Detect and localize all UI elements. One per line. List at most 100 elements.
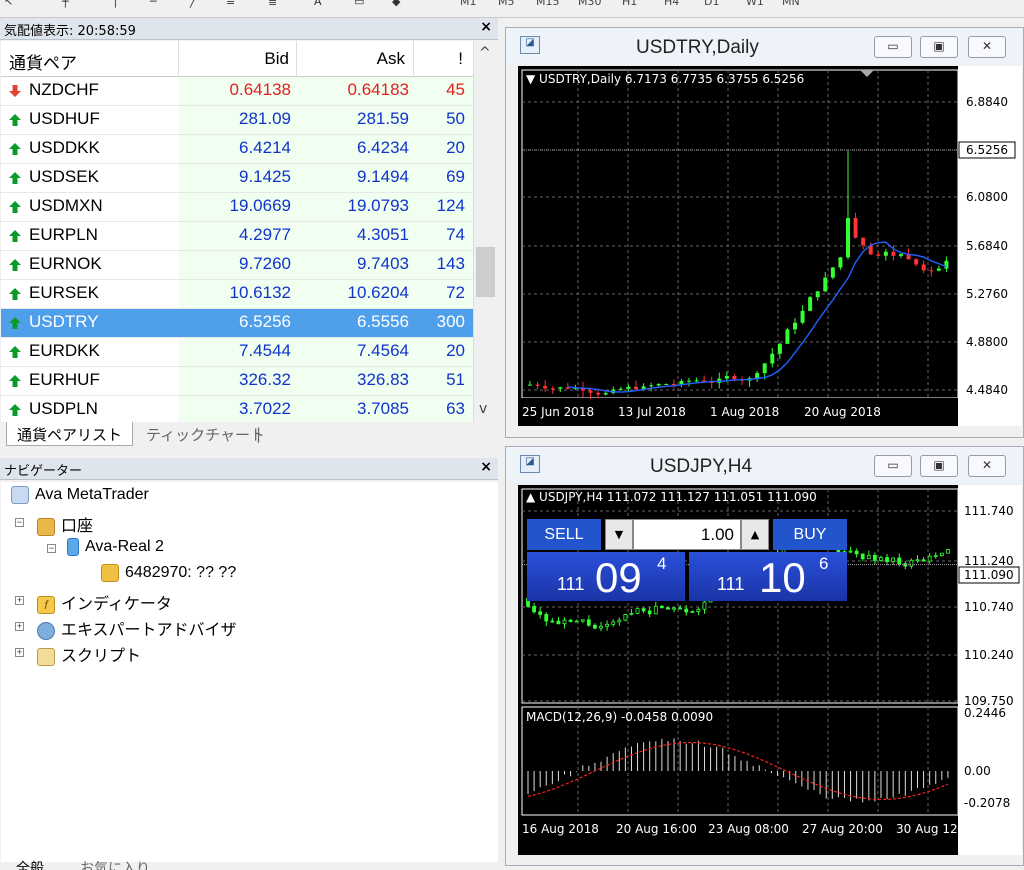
candle-body (593, 624, 597, 629)
tree-indicators[interactable]: f インディケータ (37, 590, 172, 614)
arrow-up-icon (9, 346, 21, 358)
tf-mn[interactable]: MN (782, 0, 800, 8)
close-icon[interactable]: ✕ (968, 455, 1006, 477)
maximize-icon[interactable]: ▣ (920, 36, 958, 58)
cursor-icon[interactable]: ↖ (4, 0, 13, 8)
tree-account-id[interactable]: 6482970: ?? ?? (101, 564, 236, 588)
tf-h4[interactable]: H4 (664, 0, 679, 8)
sell-price-button[interactable]: 111 09 4 (527, 552, 685, 601)
row-bg (179, 251, 473, 279)
navigator-title: ナビゲーター (4, 464, 83, 479)
market-watch-row[interactable]: EURPLN 4.2977 4.3051 74 (1, 222, 473, 251)
trendline-icon[interactable]: ╱ (190, 0, 197, 8)
market-watch-row[interactable]: USDHUF 281.09 281.59 50 (1, 106, 473, 135)
tf-h1[interactable]: H1 (622, 0, 637, 8)
tf-d1[interactable]: D1 (704, 0, 719, 8)
close-icon[interactable]: × (480, 19, 492, 35)
market-watch-row[interactable]: EURNOK 9.7260 9.7403 143 (1, 251, 473, 280)
tab-favorites[interactable]: お気に入り (80, 858, 150, 870)
row-bid: 3.7022 (239, 399, 291, 418)
col-symbol[interactable]: 通貨ペア (9, 49, 77, 74)
candle-body (702, 601, 707, 610)
lot-increase-icon[interactable]: ▲ (741, 519, 769, 550)
close-icon[interactable]: × (480, 459, 492, 475)
vertical-line-icon[interactable]: │ (112, 0, 119, 8)
tree-accounts-label: 口座 (61, 518, 94, 535)
market-watch-row[interactable]: USDMXN 19.0669 19.0793 124 (1, 193, 473, 222)
collapse-icon[interactable]: − (15, 518, 24, 527)
price-axis-label: 110.240 (964, 648, 1014, 662)
price-axis-label: 4.4840 (966, 383, 1008, 397)
market-watch-row[interactable]: EURSEK 10.6132 10.6204 72 (1, 280, 473, 309)
tf-m30[interactable]: M30 (578, 0, 602, 8)
market-watch-row[interactable]: USDSEK 9.1425 9.1494 69 (1, 164, 473, 193)
col-bid[interactable]: Bid (264, 49, 289, 69)
expand-icon[interactable]: + (15, 648, 24, 657)
candle-body (623, 614, 628, 621)
row-bid: 9.7260 (239, 254, 291, 273)
row-ask: 9.7403 (357, 254, 409, 273)
row-ask: 7.4564 (357, 341, 409, 360)
candle-body (603, 393, 608, 395)
crosshair-icon[interactable]: ┼ (62, 0, 69, 8)
market-watch-row[interactable]: USDPLN 3.7022 3.7085 63 (1, 396, 473, 422)
horizontal-line-icon[interactable]: ─ (150, 0, 157, 8)
minimize-icon[interactable]: ▭ (874, 455, 912, 477)
tree-root[interactable]: Ava MetaTrader (11, 486, 149, 510)
col-ask[interactable]: Ask (377, 49, 405, 69)
candle-body (762, 363, 767, 374)
buy-price-button[interactable]: 111 10 6 (689, 552, 847, 601)
close-icon[interactable]: ✕ (968, 36, 1006, 58)
buy-button[interactable]: BUY (773, 519, 847, 550)
collapse-icon[interactable]: − (47, 544, 56, 553)
expand-icon[interactable]: + (15, 622, 24, 631)
market-watch-row[interactable]: NZDCHF 0.64138 0.64183 45 (1, 77, 473, 106)
tab-general[interactable]: 全般 (16, 858, 44, 870)
candle-body (629, 612, 634, 615)
tree-accounts[interactable]: 口座 (37, 512, 93, 536)
lot-decrease-icon[interactable]: ▼ (605, 519, 633, 550)
price-axis-label: 6.5256 (966, 143, 1008, 157)
tab-tick-chart[interactable]: ティックチャート (136, 422, 275, 446)
fib-icon[interactable]: ≡ (226, 0, 235, 8)
price-chart[interactable]: ▼ USDTRY,Daily 6.7173 6.7735 6.3755 6.52… (518, 66, 1022, 426)
row-symbol: EURNOK (29, 254, 102, 273)
time-axis-label: 30 Aug 12:00 (896, 822, 977, 836)
chart-window-usdjpy[interactable]: ◪ USDJPY,H4 ▭ ▣ ✕ ▲ USDJPY,H4 111.072 11… (505, 446, 1024, 866)
candle-body (846, 217, 850, 258)
expand-icon[interactable]: + (15, 596, 24, 605)
tf-w1[interactable]: W1 (746, 0, 764, 8)
scroll-down-icon[interactable]: v (479, 401, 487, 417)
one-click-trading-panel: SELL ▼ 1.00 ▲ BUY 111 09 4 111 10 6 (527, 519, 847, 601)
maximize-icon[interactable]: ▣ (920, 455, 958, 477)
text-tool-icon[interactable]: A (314, 0, 322, 8)
fib-fan-icon[interactable]: ≣ (268, 0, 277, 8)
tf-m5[interactable]: M5 (498, 0, 515, 8)
candle-body (678, 607, 683, 610)
tree-scripts[interactable]: スクリプト (37, 642, 141, 666)
chart-area[interactable]: ▼ USDTRY,Daily 6.7173 6.7735 6.3755 6.52… (518, 66, 1022, 426)
tree-experts[interactable]: エキスパートアドバイザ (37, 616, 237, 640)
tf-m15[interactable]: M15 (536, 0, 560, 8)
market-watch-row[interactable]: EURHUF 326.32 326.83 51 (1, 367, 473, 396)
market-watch-row[interactable]: EURDKK 7.4544 7.4564 20 (1, 338, 473, 367)
candle-body (618, 388, 623, 390)
lot-input[interactable]: 1.00 (633, 519, 741, 550)
sell-button[interactable]: SELL (527, 519, 601, 550)
market-watch-scrollbar[interactable]: ^ v (473, 41, 498, 422)
label-tool-icon[interactable]: ▭ (354, 0, 364, 8)
tf-m1[interactable]: M1 (460, 0, 477, 8)
chart-window-usdtry[interactable]: ◪ USDTRY,Daily ▭ ▣ ✕ ▼ USDTRY,Daily 6.71… (505, 27, 1024, 438)
scroll-up-icon[interactable]: ^ (479, 45, 491, 61)
tree-account-server[interactable]: Ava-Real 2 (67, 538, 164, 562)
candle-body (860, 553, 865, 560)
tab-symbols[interactable]: 通貨ペアリスト (6, 422, 134, 446)
market-watch-row[interactable]: USDTRY 6.5256 6.5556 300 (1, 309, 473, 338)
shapes-icon[interactable]: ◆ (392, 0, 400, 8)
col-spread[interactable]: ! (458, 49, 463, 69)
scroll-thumb[interactable] (476, 247, 495, 297)
minimize-icon[interactable]: ▭ (874, 36, 912, 58)
candle-body (550, 620, 555, 623)
market-watch-row[interactable]: USDDKK 6.4214 6.4234 20 (1, 135, 473, 164)
candle-body (944, 260, 949, 269)
